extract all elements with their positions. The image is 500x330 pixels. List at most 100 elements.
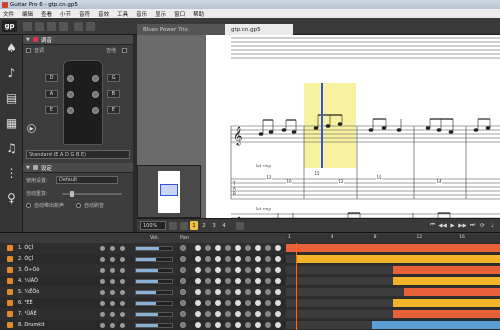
- string-tuning-button[interactable]: A: [45, 90, 58, 98]
- fx-slot-button[interactable]: [255, 267, 261, 273]
- pan-knob[interactable]: [180, 289, 186, 295]
- tab-number[interactable]: 12: [338, 180, 345, 184]
- tab-number[interactable]: 15: [376, 176, 383, 180]
- menu-sound[interactable]: 音乐: [136, 10, 147, 18]
- fx-slot-button[interactable]: [195, 289, 201, 295]
- pan-knob[interactable]: [180, 311, 186, 317]
- menu-help[interactable]: 帮助: [193, 10, 204, 18]
- fx-slot-button[interactable]: [235, 278, 241, 284]
- fx-slot-button[interactable]: [215, 267, 221, 273]
- tab-number[interactable]: 12: [266, 176, 273, 180]
- fx-slot-button[interactable]: [225, 322, 231, 328]
- string-tuning-button[interactable]: B: [107, 90, 120, 98]
- track-row[interactable]: 2. ÒÇÌ: [0, 254, 500, 264]
- menu-tools[interactable]: 工具: [117, 10, 128, 18]
- solo-toggle[interactable]: [100, 311, 105, 317]
- track-name[interactable]: 2. ÒÇÌ: [18, 256, 33, 262]
- fx-slot-button[interactable]: [195, 256, 201, 262]
- fx-slot-button[interactable]: [275, 300, 281, 306]
- undo-icon[interactable]: [74, 21, 83, 31]
- track-row[interactable]: 6. ³ÉÈ: [0, 298, 500, 308]
- fx-slot-button[interactable]: [275, 245, 281, 251]
- chord-diagram-icon[interactable]: ⋮: [3, 164, 20, 181]
- volume-slider[interactable]: [135, 278, 173, 284]
- fx-slot-button[interactable]: [255, 300, 261, 306]
- repeat-slider[interactable]: [62, 190, 122, 197]
- track-lane[interactable]: [286, 310, 500, 318]
- tab-gtp-cn[interactable]: gtp.cn.gp5: [225, 24, 293, 35]
- visible-toggle[interactable]: [120, 256, 125, 262]
- fx-slot-button[interactable]: [225, 278, 231, 284]
- auto-sound-radio[interactable]: [26, 203, 31, 208]
- slider-knob[interactable]: [70, 190, 74, 197]
- fx-slot-button[interactable]: [255, 322, 261, 328]
- track-row[interactable]: 7. ¹ÜÄÉ: [0, 309, 500, 319]
- track-row[interactable]: 4. ¼ÍÂÖ: [0, 276, 500, 286]
- tab-number[interactable]: 15: [314, 172, 321, 176]
- fx-slot-button[interactable]: [265, 311, 271, 317]
- next-bar-icon[interactable]: ▶▶: [458, 222, 466, 229]
- string-tuning-button[interactable]: E: [45, 106, 58, 114]
- voice-4-button[interactable]: 4: [220, 221, 228, 230]
- clip-segment[interactable]: [296, 255, 500, 263]
- loop-icon[interactable]: ⟳: [479, 222, 486, 229]
- play-icon[interactable]: ▶: [449, 222, 456, 229]
- multitrack-icon[interactable]: [180, 221, 188, 230]
- fx-slot-button[interactable]: [205, 289, 211, 295]
- fx-slot-button[interactable]: [235, 256, 241, 262]
- prev-bar-icon[interactable]: ◀◀: [438, 222, 446, 229]
- mute-toggle[interactable]: [110, 289, 115, 295]
- string-tuning-button[interactable]: G: [107, 74, 120, 82]
- fx-slot-button[interactable]: [245, 300, 251, 306]
- clip-segment[interactable]: [371, 321, 500, 329]
- fx-slot-button[interactable]: [225, 289, 231, 295]
- track-lane[interactable]: [286, 255, 500, 263]
- tuning-peg[interactable]: [92, 91, 99, 98]
- solo-toggle[interactable]: [100, 245, 105, 251]
- metronome-icon[interactable]: [236, 221, 244, 230]
- tab-blues-power-trio[interactable]: Blues Power Trio: [137, 24, 225, 35]
- page-layout-icon[interactable]: [169, 221, 177, 230]
- fx-slot-button[interactable]: [205, 300, 211, 306]
- tone-checkbox[interactable]: [26, 48, 31, 53]
- tab-number[interactable]: 14: [436, 180, 443, 184]
- fx-slot-button[interactable]: [215, 256, 221, 262]
- track-name[interactable]: 1. ÒÇÌ: [18, 245, 33, 251]
- track-lane[interactable]: [286, 266, 500, 274]
- visible-toggle[interactable]: [120, 289, 125, 295]
- new-file-icon[interactable]: [23, 21, 32, 31]
- track-name[interactable]: 6. ³ÉÈ: [18, 300, 33, 306]
- track-name[interactable]: 8. Drumkit: [18, 322, 45, 328]
- fx-slot-button[interactable]: [235, 311, 241, 317]
- fx-slot-button[interactable]: [265, 300, 271, 306]
- track-row[interactable]: 1. ÒÇÌ: [0, 243, 500, 253]
- menu-display[interactable]: 显示: [155, 10, 166, 18]
- fx-slot-button[interactable]: [235, 245, 241, 251]
- fx-slot-button[interactable]: [215, 278, 221, 284]
- fx-slot-button[interactable]: [235, 267, 241, 273]
- fx-slot-button[interactable]: [245, 311, 251, 317]
- track-name[interactable]: 7. ¹ÜÄÉ: [18, 311, 37, 317]
- fx-slot-button[interactable]: [205, 245, 211, 251]
- fx-slot-button[interactable]: [225, 256, 231, 262]
- amp-icon[interactable]: ▤: [3, 89, 20, 106]
- menu-edit[interactable]: 编辑: [22, 10, 33, 18]
- track-lane[interactable]: [286, 244, 500, 252]
- track-name[interactable]: 5. ¼ËÖò: [18, 289, 39, 295]
- page-overview[interactable]: [137, 165, 201, 218]
- play-tuning-icon[interactable]: ▶: [27, 124, 36, 133]
- fx-slot-button[interactable]: [215, 311, 221, 317]
- tab-number[interactable]: 10: [286, 180, 293, 184]
- string-tuning-button[interactable]: E: [107, 106, 120, 114]
- fx-slot-button[interactable]: [225, 311, 231, 317]
- string-tuning-button[interactable]: D: [45, 74, 58, 82]
- pan-knob[interactable]: [180, 267, 186, 273]
- tuning-peg[interactable]: [92, 75, 99, 82]
- open-file-icon[interactable]: [35, 21, 44, 31]
- fx-slot-button[interactable]: [195, 267, 201, 273]
- voice-3-button[interactable]: 3: [210, 221, 218, 230]
- fx-slot-button[interactable]: [225, 267, 231, 273]
- clip-segment[interactable]: [393, 277, 500, 285]
- clip-segment[interactable]: [393, 266, 500, 274]
- fx-slot-button[interactable]: [265, 267, 271, 273]
